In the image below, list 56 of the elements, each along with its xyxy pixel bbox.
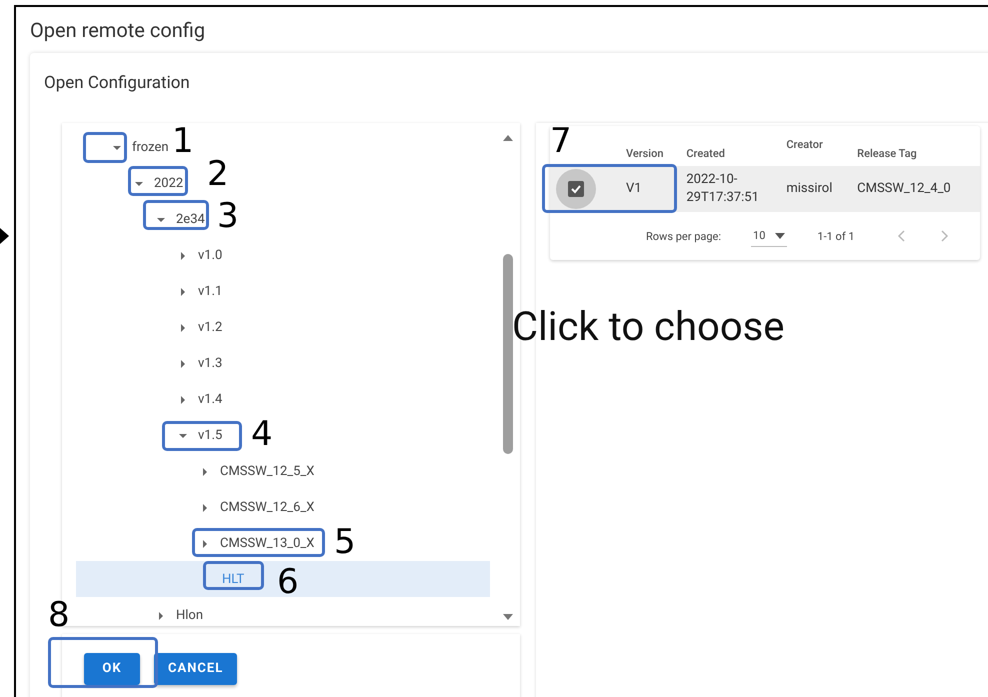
column-header: Created xyxy=(680,126,780,166)
step-number: 4 xyxy=(251,417,273,451)
chevron-right-icon[interactable] xyxy=(178,394,188,404)
highlight-frame xyxy=(128,166,188,196)
column-header: Creator xyxy=(780,126,852,166)
chevron-right-icon[interactable] xyxy=(156,610,166,620)
step-number: 6 xyxy=(277,565,299,599)
tree-item[interactable]: v1.2 xyxy=(198,320,222,334)
scroll-down-icon[interactable] xyxy=(503,613,513,621)
cancel-button[interactable]: CANCEL xyxy=(154,652,238,684)
tree-item[interactable]: CMSSW_12_5_X xyxy=(220,464,314,478)
tree-item[interactable]: frozen xyxy=(132,140,169,154)
caret-icon xyxy=(775,232,786,238)
scrollbar-thumb[interactable] xyxy=(503,254,513,454)
hint-text: Click to choose xyxy=(512,303,784,350)
tree-item[interactable]: v1.4 xyxy=(198,392,222,406)
chevron-right-icon[interactable] xyxy=(178,250,188,260)
page-range: 1-1 of 1 xyxy=(817,230,855,242)
tree-item[interactable]: 2022 xyxy=(154,176,184,190)
chevron-right-icon[interactable] xyxy=(178,286,188,296)
column-header: Version xyxy=(620,126,680,166)
step-number: 1 xyxy=(172,124,194,158)
tree-item[interactable]: CMSSW_13_0_X xyxy=(220,536,314,550)
chevron-right-icon[interactable] xyxy=(178,322,188,332)
step-number: 8 xyxy=(48,598,70,632)
step-number: 7 xyxy=(550,124,572,158)
row-checkbox[interactable] xyxy=(568,181,584,197)
tree-item[interactable]: v1.5 xyxy=(198,428,222,442)
arrow-icon xyxy=(0,228,9,244)
rows-per-page-label: Rows per page: xyxy=(646,230,722,242)
tree-item[interactable]: v1.1 xyxy=(198,284,222,298)
table-cell: 2022-10-29T17:37:51 xyxy=(680,166,780,212)
highlight-frame xyxy=(203,561,264,590)
tree-item[interactable]: Hlon xyxy=(176,608,204,622)
section-title: Open Configuration xyxy=(44,73,191,95)
tree-item[interactable]: v1.0 xyxy=(198,248,222,262)
step-number: 2 xyxy=(207,157,229,191)
step-number: 3 xyxy=(217,199,239,233)
dialog-title: Open remote config xyxy=(30,17,206,44)
chevron-right-icon[interactable] xyxy=(178,358,188,368)
tree-item[interactable]: CMSSW_12_6_X xyxy=(220,500,314,514)
tree-item[interactable]: 2e34 xyxy=(176,212,205,226)
check-icon xyxy=(570,183,582,195)
rows-per-page-select[interactable]: 10 xyxy=(751,225,788,247)
table-cell: CMSSW_12_4_0 xyxy=(851,166,980,212)
ok-button[interactable]: OK xyxy=(84,652,140,684)
tree-item[interactable]: v1.3 xyxy=(198,356,222,370)
highlight-frame xyxy=(143,200,209,230)
column-header: Release Tag xyxy=(851,126,980,166)
chevron-right-icon[interactable] xyxy=(200,538,210,548)
table-cell: missirol xyxy=(780,166,852,212)
scroll-up-icon[interactable] xyxy=(503,133,513,141)
chevron-right-icon[interactable] xyxy=(200,502,210,512)
chevron-right-icon[interactable] xyxy=(200,466,210,476)
step-number: 5 xyxy=(334,525,356,559)
highlight-frame xyxy=(83,132,127,163)
